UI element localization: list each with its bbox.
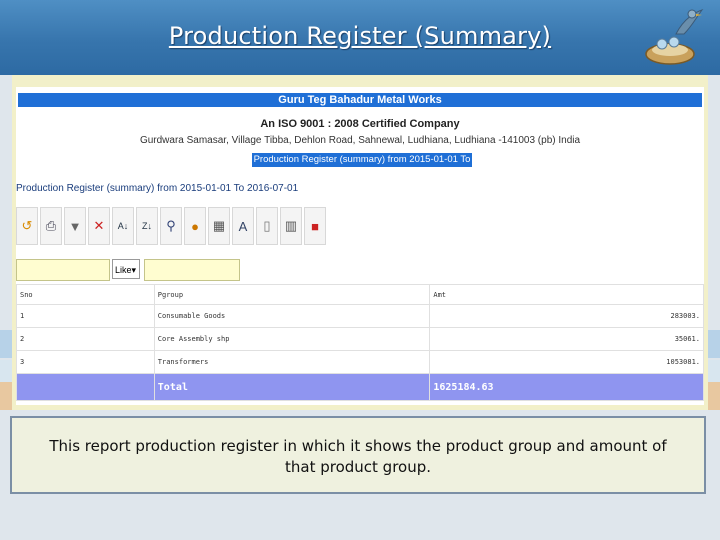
table-row[interactable]: 1 Consumable Goods 283003. <box>16 304 704 328</box>
search-icon[interactable]: ⚲ <box>160 207 182 245</box>
slide-header: Production Register (Summary) <box>0 0 720 75</box>
grid-icon[interactable]: ▦ <box>208 207 230 245</box>
total-row: Total 1625184.63 <box>16 373 704 401</box>
cell-amount: 35061. <box>429 327 704 351</box>
cell-sno: 3 <box>16 350 155 374</box>
filter-field-1[interactable] <box>16 259 110 281</box>
report-page: Guru Teg Bahadur Metal Works An ISO 9001… <box>16 87 704 405</box>
sort-desc-icon[interactable]: Z↓ <box>136 207 158 245</box>
refresh-icon[interactable]: ↺ <box>16 207 38 245</box>
cell-group: Core Assembly shp <box>153 327 431 351</box>
table-header-row: Sno Pgroup Amt <box>16 284 704 305</box>
sort-asc-icon[interactable]: A↓ <box>112 207 134 245</box>
total-cell-empty <box>16 373 155 401</box>
description-text: This report production register in which… <box>49 437 667 476</box>
slide-title: Production Register (Summary) <box>168 22 552 50</box>
company-name: Guru Teg Bahadur Metal Works <box>278 94 442 106</box>
cell-group: Consumable Goods <box>153 304 431 328</box>
report-caption: Production Register (summary) from 2015-… <box>16 183 299 194</box>
filter-operator-select[interactable]: Like▾ <box>112 259 140 279</box>
report-toolbar: ↺ ⎙ ▼ ✕ A↓ Z↓ ⚲ ● ▦ A ▯ ▥ ■ <box>16 207 326 245</box>
column-header-sno[interactable]: Sno <box>16 284 155 305</box>
cell-group: Transformers <box>153 350 431 374</box>
clear-search-icon[interactable]: ● <box>184 207 206 245</box>
column-header-amt[interactable]: Amt <box>429 284 704 305</box>
certification-text: An ISO 9001 : 2008 Certified Company <box>260 118 460 130</box>
text-icon[interactable]: A <box>232 207 254 245</box>
filter-field-2[interactable] <box>144 259 240 281</box>
total-label: Total <box>153 373 431 401</box>
cell-sno: 1 <box>16 304 155 328</box>
pdf-icon[interactable]: ■ <box>304 207 326 245</box>
print-icon[interactable]: ⎙ <box>40 207 62 245</box>
export-icon[interactable]: ▯ <box>256 207 278 245</box>
columns-icon[interactable]: ▥ <box>280 207 302 245</box>
bird-nest-logo-icon <box>645 9 704 65</box>
cell-amount: 1053081. <box>429 350 704 374</box>
filter-icon[interactable]: ▼ <box>64 207 86 245</box>
report-title: Production Register (summary) from 2015-… <box>252 153 472 179</box>
table-row[interactable]: 3 Transformers 1053081. <box>16 350 704 374</box>
cell-sno: 2 <box>16 327 155 351</box>
report-screenshot: Guru Teg Bahadur Metal Works An ISO 9001… <box>12 75 708 410</box>
production-table: Sno Pgroup Amt 1 Consumable Goods 283003… <box>16 284 704 401</box>
table-row[interactable]: 2 Core Assembly shp 35061. <box>16 327 704 351</box>
cell-amount: 283003. <box>429 304 704 328</box>
description-box: This report production register in which… <box>10 416 706 494</box>
column-header-pgroup[interactable]: Pgroup <box>153 284 431 305</box>
company-bar: Guru Teg Bahadur Metal Works <box>18 93 702 107</box>
filter-operator-value: Like <box>115 265 132 275</box>
company-address: Gurdwara Samasar, Village Tibba, Dehlon … <box>139 135 581 146</box>
clear-filter-icon[interactable]: ✕ <box>88 207 110 245</box>
total-amount: 1625184.63 <box>429 373 704 401</box>
